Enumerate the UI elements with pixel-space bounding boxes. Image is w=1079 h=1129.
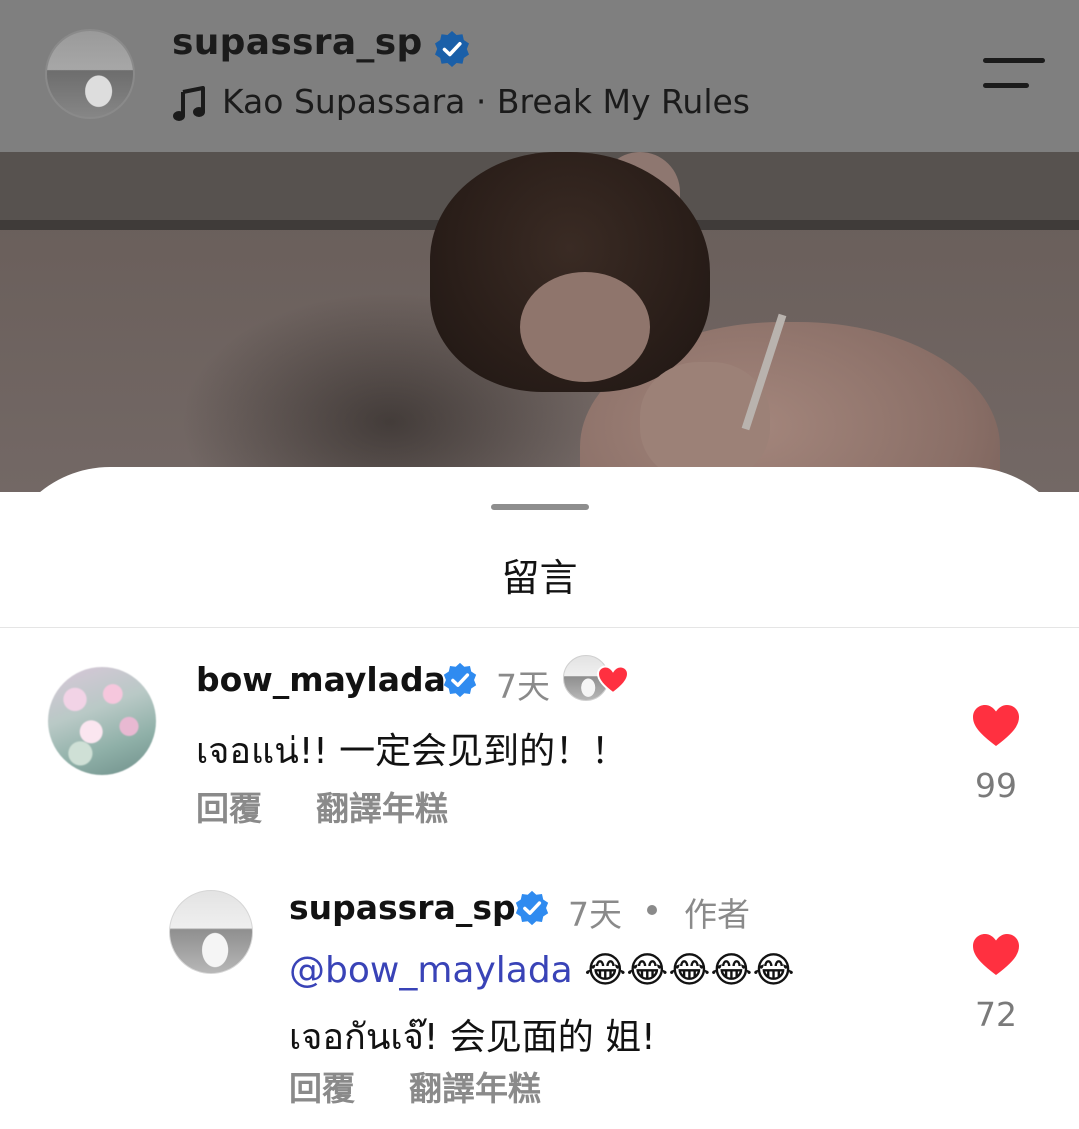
verified-badge-icon <box>443 662 477 698</box>
avatar[interactable] <box>48 667 156 775</box>
verified-badge-icon <box>435 31 469 67</box>
heart-icon[interactable] <box>972 933 1020 977</box>
header-username[interactable]: supassra_sp <box>172 22 423 63</box>
comment-username[interactable]: bow_maylada <box>196 660 446 699</box>
sheet-drag-handle[interactable] <box>491 504 589 510</box>
divider <box>0 627 1079 628</box>
comment-username[interactable]: supassra_sp <box>289 888 516 927</box>
avatar[interactable] <box>45 29 135 119</box>
comment-time: 7天 <box>496 667 550 706</box>
author-liked-indicator <box>563 655 629 703</box>
music-note-icon <box>173 86 205 121</box>
comment-time: 7天 <box>568 895 622 934</box>
translate-button[interactable]: 翻譯年糕 <box>409 1062 541 1110</box>
emoji-text: 😂😂😂😂😂 <box>584 950 795 991</box>
comment-text-line: @bow_maylada 😂😂😂😂😂 <box>289 950 795 991</box>
translate-button[interactable]: 翻譯年糕 <box>316 782 448 830</box>
separator-dot <box>647 905 657 915</box>
post-header: supassra_sp Kao Supassara · Break My Rul… <box>0 0 1079 152</box>
avatar[interactable] <box>169 890 253 974</box>
heart-icon[interactable] <box>972 704 1020 748</box>
verified-badge-icon <box>515 890 549 926</box>
like-count: 72 <box>975 995 1017 1034</box>
heart-icon <box>597 665 629 695</box>
comment-text: เจอกันเจ๊! 会见面的 姐! <box>289 1017 656 1058</box>
mention-link[interactable]: @bow_maylada <box>289 950 573 991</box>
sheet-title: 留言 <box>501 556 578 600</box>
post-photo <box>0 152 1079 492</box>
author-label: 作者 <box>684 895 750 934</box>
reply-button[interactable]: 回覆 <box>196 782 262 830</box>
reply-button[interactable]: 回覆 <box>289 1062 355 1110</box>
menu-icon[interactable] <box>983 56 1045 90</box>
music-track-label[interactable]: Kao Supassara · Break My Rules <box>222 82 750 121</box>
comment-text: เจอแน่!! 一定会见到的！！ <box>196 731 628 772</box>
like-count: 99 <box>975 766 1017 805</box>
